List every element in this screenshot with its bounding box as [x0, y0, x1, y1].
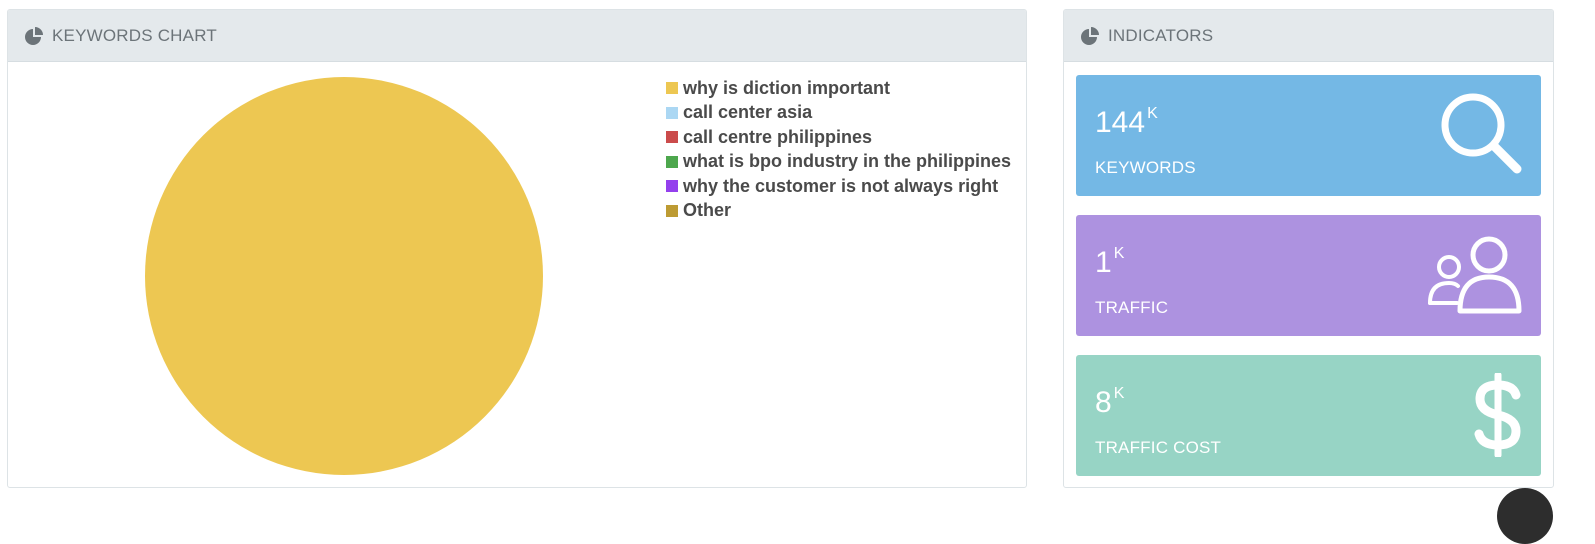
keywords-chart-title: KEYWORDS CHART [52, 25, 217, 45]
keywords-chart-header: KEYWORDS CHART [8, 10, 1026, 62]
legend-label: call centre philippines [683, 126, 873, 147]
traffic-count: 1K [1095, 245, 1125, 279]
pie-chart-icon [1080, 26, 1100, 46]
indicators-panel: INDICATORS 144 K KEYWORDS 1K TRAFFIC 8K T… [1063, 9, 1554, 488]
legend-swatch [666, 131, 678, 144]
keywords-indicator-card[interactable]: 144 K KEYWORDS [1076, 75, 1541, 196]
dollar-icon [1473, 371, 1523, 462]
pie-chart [145, 77, 543, 475]
indicators-title: INDICATORS [1108, 25, 1214, 45]
traffic-indicator-card[interactable]: 1K TRAFFIC [1076, 215, 1541, 336]
legend-item: call centre philippines [666, 125, 1011, 150]
legend-item: what is bpo industry in the philippines [666, 150, 1011, 175]
legend-label: Other [683, 200, 732, 221]
legend-label: why is diction important [683, 77, 891, 98]
legend-item: why is diction important [666, 76, 1011, 101]
legend-swatch [666, 106, 678, 119]
legend-swatch [666, 204, 678, 217]
legend-item: call center asia [666, 101, 1011, 126]
chart-legend: why is diction important call center asia… [666, 76, 1011, 223]
chat-launcher-button[interactable] [1497, 488, 1553, 544]
keywords-chart-panel: KEYWORDS CHART why is diction important c… [7, 9, 1027, 488]
traffic-label: TRAFFIC [1095, 298, 1169, 317]
keywords-count: 144 K [1095, 105, 1158, 139]
legend-label: what is bpo industry in the philippines [683, 151, 1012, 172]
keywords-label: KEYWORDS [1095, 158, 1196, 177]
legend-label: why the customer is not always right [683, 175, 999, 196]
legend-item: Other [666, 199, 1011, 224]
traffic-cost-count: 8K [1095, 385, 1125, 419]
legend-label: call center asia [683, 102, 813, 123]
pie-slice [145, 77, 543, 475]
users-icon [1427, 233, 1525, 320]
legend-item: why the customer is not always right [666, 174, 1011, 199]
search-icon [1439, 91, 1525, 182]
legend-swatch [666, 155, 678, 168]
traffic-cost-indicator-card[interactable]: 8K TRAFFIC COST [1076, 355, 1541, 476]
pie-chart-icon [24, 26, 44, 46]
indicators-header: INDICATORS [1064, 10, 1553, 62]
legend-swatch [666, 82, 678, 95]
legend-swatch [666, 180, 678, 193]
traffic-cost-label: TRAFFIC COST [1095, 438, 1222, 457]
